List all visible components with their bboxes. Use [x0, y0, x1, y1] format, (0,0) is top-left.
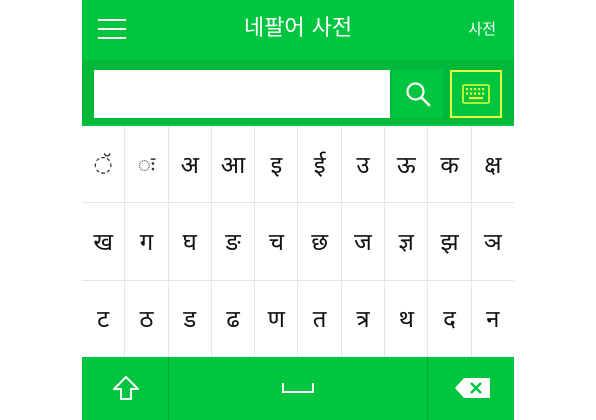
key-button[interactable]: द [428, 280, 471, 357]
search-bar [82, 60, 514, 124]
key-button[interactable]: छ [298, 203, 341, 280]
key-button[interactable]: ढ [211, 280, 255, 357]
keyboard-icon [462, 84, 490, 104]
key-button[interactable]: च [255, 203, 298, 280]
keyboard-bottom-bar [82, 357, 514, 420]
key-button[interactable]: ख [82, 203, 125, 280]
key-button[interactable]: इ [255, 126, 298, 203]
keyboard-toggle-button[interactable] [450, 70, 502, 118]
space-button[interactable] [168, 357, 428, 420]
key-button[interactable]: ग [125, 203, 168, 280]
key-button[interactable]: ज्ञ [385, 203, 428, 280]
key-button[interactable]: त [298, 280, 341, 357]
space-bar-icon [282, 383, 314, 393]
key-button[interactable]: घ [168, 203, 211, 280]
key-button[interactable]: ण [255, 280, 298, 357]
hamburger-menu-icon [98, 37, 126, 39]
key-button[interactable]: ङ [211, 203, 255, 280]
key-button[interactable]: झ [428, 203, 471, 280]
key-button[interactable]: ठ [125, 280, 168, 357]
key-button[interactable]: ञ [471, 203, 514, 280]
key-button[interactable]: ड [168, 280, 211, 357]
key-button[interactable]: त्र [341, 280, 385, 357]
key-button[interactable]: क्ष [471, 126, 514, 203]
key-button[interactable]: ◌ः [125, 126, 168, 203]
key-button[interactable]: ◌̆ [82, 126, 125, 203]
key-button[interactable]: क [428, 126, 471, 203]
shift-arrow-icon [113, 376, 139, 400]
backspace-icon [455, 378, 490, 398]
key-button[interactable]: ई [298, 126, 341, 203]
key-button[interactable]: ऊ [385, 126, 428, 203]
menu-button[interactable] [98, 16, 128, 42]
key-button[interactable]: न [471, 280, 514, 357]
character-keypad: ◌̆ ◌ः अ आ इ ई उ ऊ क क्ष ख ग घ ङ च छ ज ज्ञ झ ञ ट ठ ड ढ ण त त्र थ द न [82, 126, 514, 357]
page-title: 네팔어 사전 [243, 16, 353, 41]
key-button[interactable]: ज [341, 203, 385, 280]
key-button[interactable]: आ [211, 126, 255, 203]
app-header: 네팔어 사전 사전 [82, 0, 514, 60]
hamburger-menu-icon [98, 19, 126, 21]
search-icon [406, 82, 431, 107]
key-button[interactable]: उ [341, 126, 385, 203]
search-input[interactable] [94, 70, 390, 118]
shift-button[interactable] [82, 357, 168, 420]
key-button[interactable]: अ [168, 126, 211, 203]
dictionary-app: 네팔어 사전 사전 ◌̆ ◌ः अ आ इ ई उ ऊ क क्ष ख ग घ … [82, 0, 514, 420]
key-button[interactable]: थ [385, 280, 428, 357]
dictionary-link[interactable]: 사전 [468, 18, 496, 40]
key-button[interactable]: ट [82, 280, 125, 357]
backspace-button[interactable] [428, 357, 514, 420]
hamburger-menu-icon [98, 28, 126, 30]
search-button[interactable] [392, 70, 443, 118]
